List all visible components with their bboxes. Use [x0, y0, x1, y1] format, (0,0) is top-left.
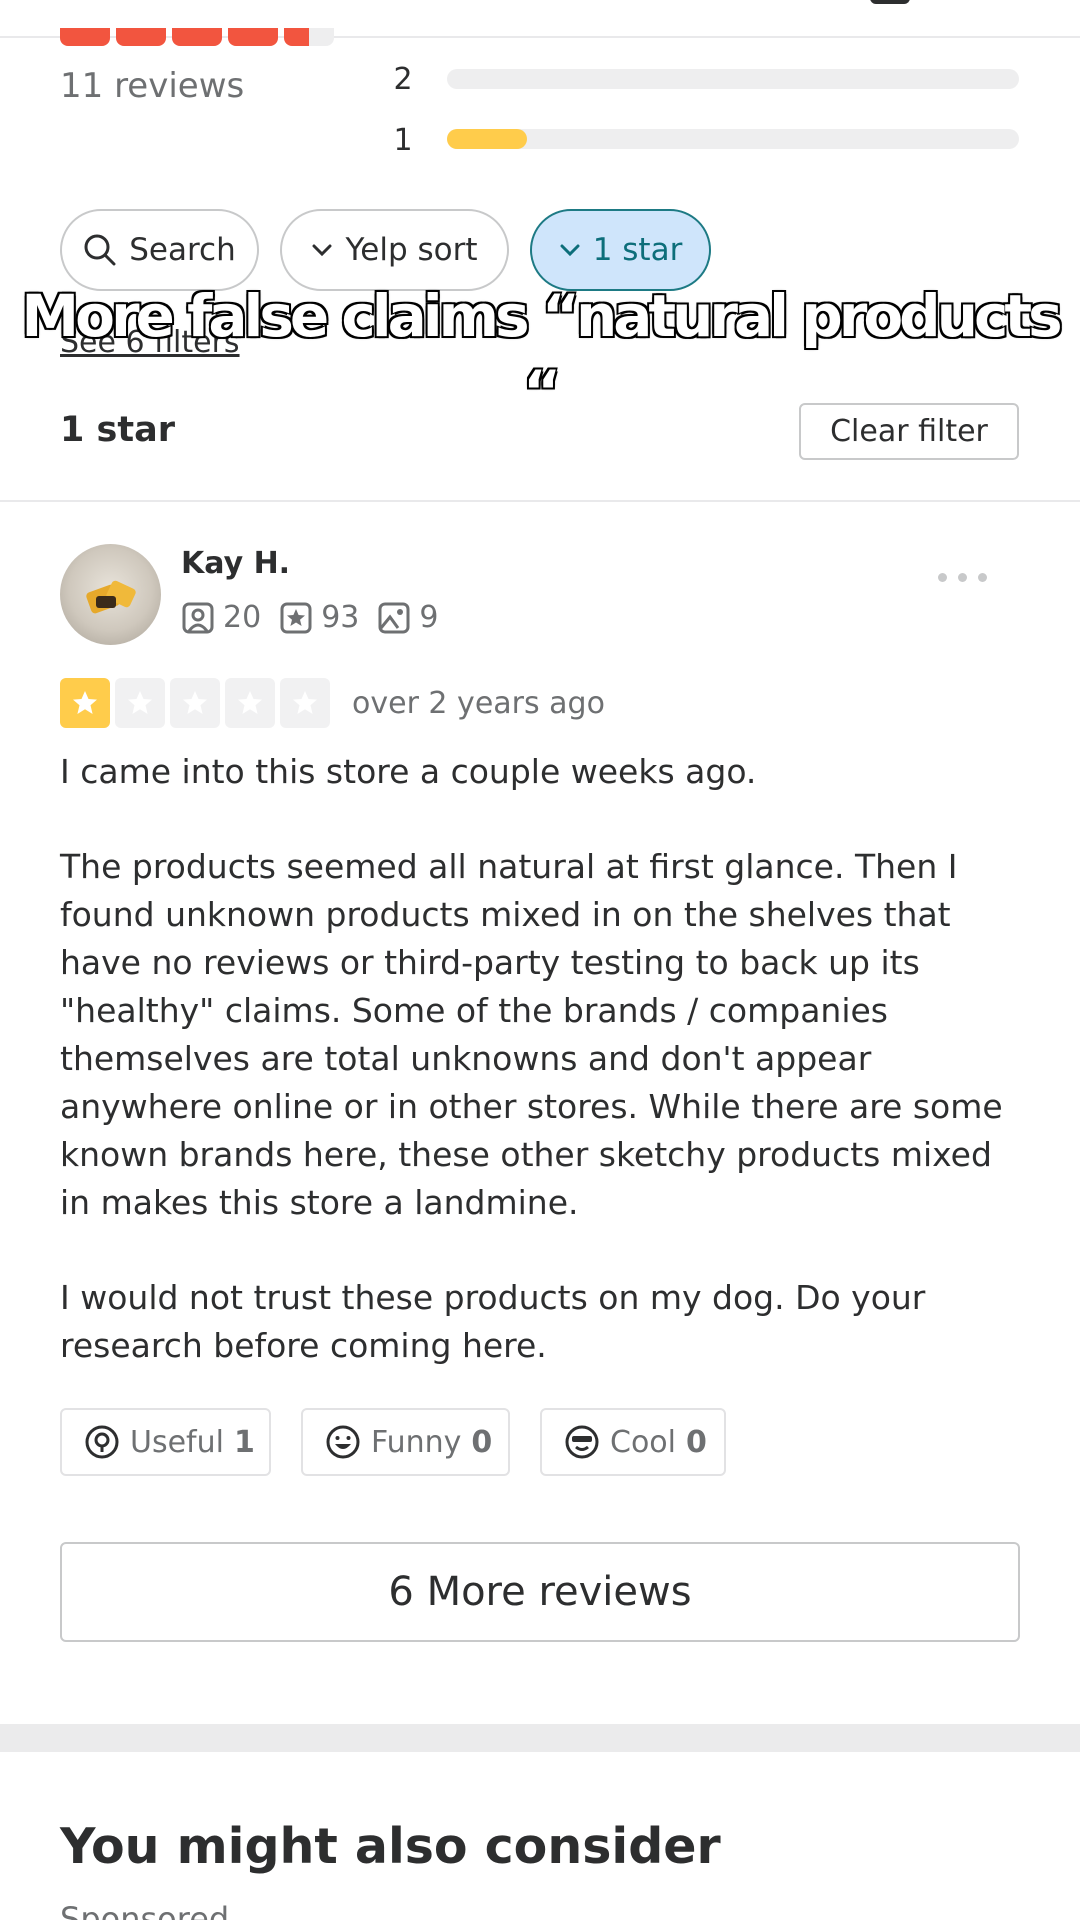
- avatar[interactable]: [60, 544, 161, 645]
- star-icon: [293, 691, 317, 714]
- star-icon: [238, 691, 262, 714]
- photos-count: 9: [419, 600, 439, 635]
- star-filter-label: 1 star: [592, 232, 683, 268]
- review-rating: [60, 678, 330, 728]
- sunglasses-face-icon: [565, 1425, 599, 1459]
- rating-star: [170, 678, 220, 728]
- sort-label: Yelp sort: [345, 232, 478, 268]
- cool-label: Cool: [610, 1424, 676, 1460]
- review-paragraph: I came into this store a couple weeks ag…: [60, 752, 757, 791]
- useful-button[interactable]: Useful 1: [60, 1408, 271, 1476]
- search-icon: [84, 234, 116, 266]
- star-icon: [183, 691, 207, 714]
- bookmark-icon[interactable]: [870, 0, 910, 4]
- friends-count: 20: [223, 600, 262, 635]
- divider: [0, 500, 1080, 502]
- reviews-count-stat: 93: [321, 600, 360, 635]
- reviewer-stats: 20 93 9: [181, 600, 438, 635]
- rating-bar-label-1: 1: [393, 123, 413, 158]
- useful-label: Useful: [130, 1424, 224, 1460]
- useful-count: 1: [233, 1424, 255, 1460]
- rating-star: [60, 678, 110, 728]
- section-title: You might also consider: [60, 1818, 721, 1875]
- funny-label: Funny: [371, 1424, 462, 1460]
- rating-star: [280, 678, 330, 728]
- rating-bar-label-2: 2: [393, 62, 413, 97]
- star-icon: [73, 691, 97, 714]
- lightbulb-icon: [85, 1425, 119, 1459]
- more-reviews-button[interactable]: 6 More reviews: [60, 1542, 1020, 1642]
- rating-bar-2: [447, 69, 1019, 89]
- reviews-count: 11 reviews: [60, 66, 245, 106]
- more-options-icon[interactable]: [938, 573, 987, 582]
- review-text: I came into this store a couple weeks ag…: [60, 748, 1020, 1417]
- photos-icon: [378, 602, 410, 633]
- chevron-down-icon: [560, 244, 580, 257]
- review-paragraph: The products seemed all natural at first…: [60, 847, 1003, 1222]
- section-separator: [0, 1724, 1080, 1752]
- review-date: over 2 years ago: [352, 686, 605, 721]
- friends-icon: [182, 602, 214, 633]
- rating-bar-1: [447, 129, 1019, 149]
- cool-button[interactable]: Cool 0: [540, 1408, 726, 1476]
- reviewer-name[interactable]: Kay H.: [181, 546, 290, 581]
- funny-face-icon: [326, 1425, 360, 1459]
- rating-star: [225, 678, 275, 728]
- sponsored-label: Sponsored: [60, 1900, 230, 1920]
- chevron-down-icon: [312, 244, 332, 257]
- review-count-icon: [280, 602, 312, 633]
- cool-count: 0: [686, 1424, 707, 1460]
- review-paragraph: I would not trust these products on my d…: [60, 1278, 926, 1365]
- funny-button[interactable]: Funny 0: [301, 1408, 510, 1476]
- clear-filter-button[interactable]: Clear filter: [799, 403, 1019, 460]
- search-label: Search: [129, 232, 236, 268]
- caption-line-1: More false claims “natural products: [20, 281, 1063, 351]
- filter-title: 1 star: [60, 410, 175, 450]
- rating-bar-fill-1: [447, 129, 528, 149]
- rating-star: [115, 678, 165, 728]
- star-icon: [128, 691, 152, 714]
- funny-count: 0: [471, 1424, 493, 1460]
- overall-rating-stars: [60, 28, 334, 46]
